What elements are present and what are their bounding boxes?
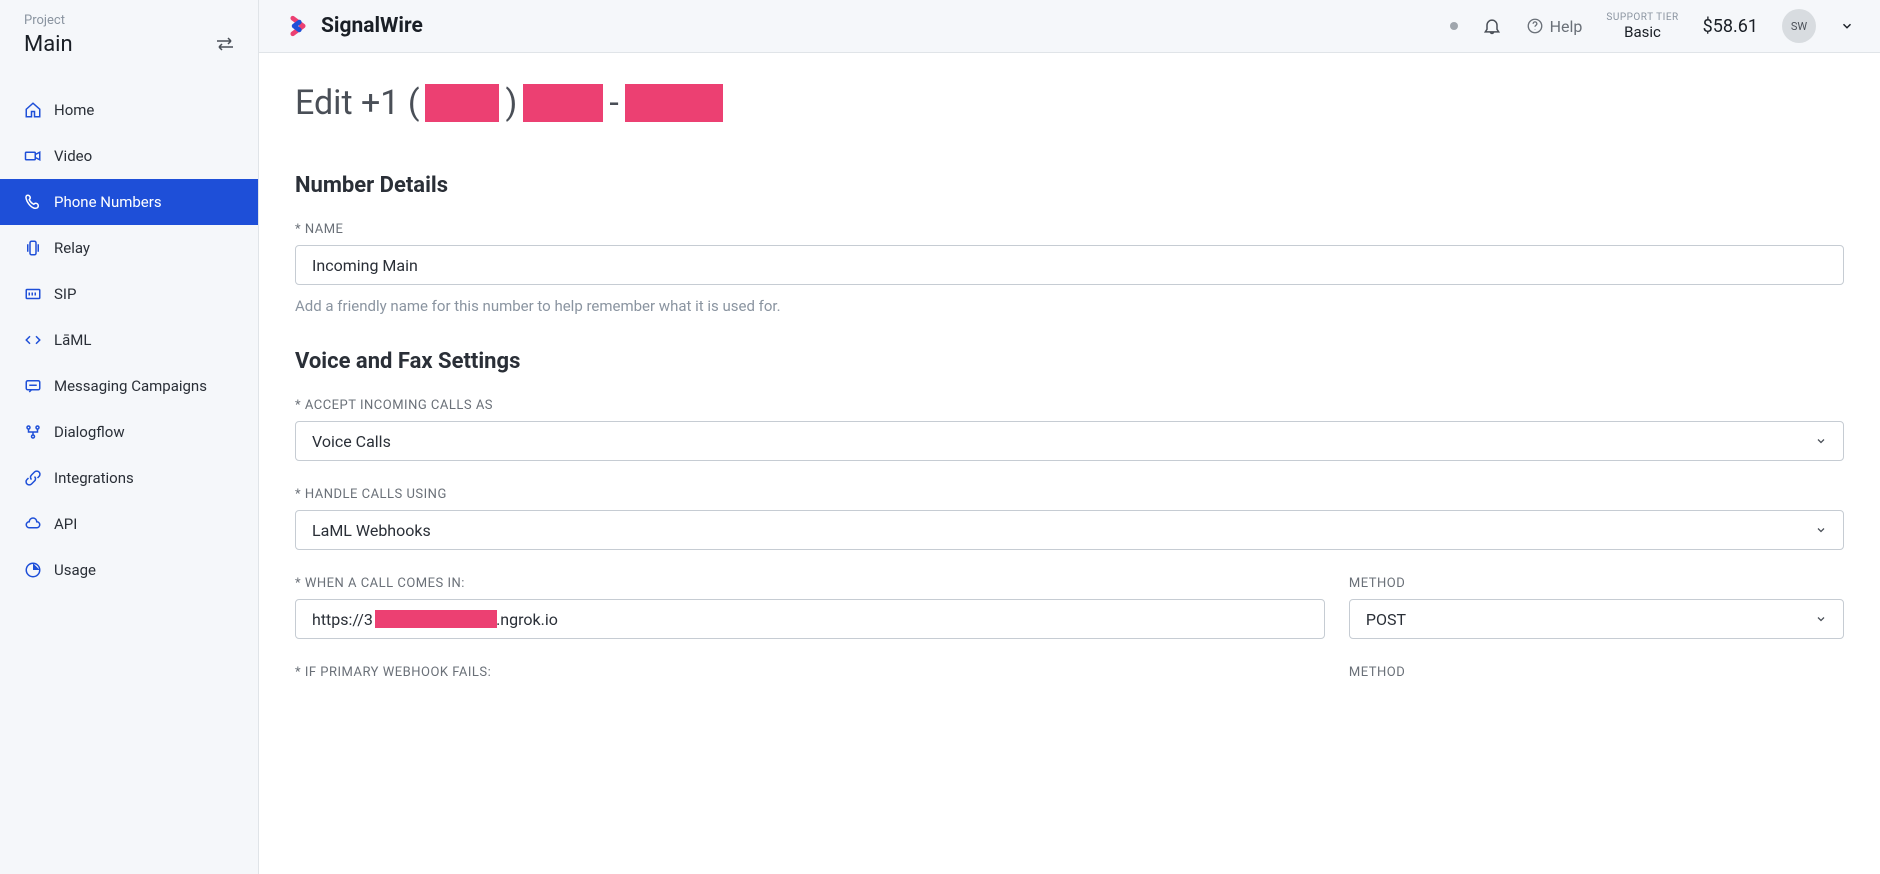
sidebar-item-api[interactable]: API: [0, 501, 258, 547]
sidebar: Project Main Home Video Phone Numbers: [0, 0, 259, 874]
method-label: METHOD: [1349, 576, 1844, 591]
chart-icon: [24, 561, 42, 579]
content: Edit +1 ( ) - Number Details * NAME Add …: [259, 53, 1880, 874]
brand-name: SignalWire: [321, 14, 423, 38]
handle-select[interactable]: LaML Webhooks: [295, 510, 1844, 550]
sidebar-nav: Home Video Phone Numbers Relay SIP: [0, 87, 258, 593]
phone-icon: [24, 193, 42, 211]
sidebar-item-label: LāML: [54, 331, 91, 349]
bell-icon[interactable]: [1482, 16, 1502, 36]
sidebar-item-label: Home: [54, 101, 94, 119]
link-icon: [24, 469, 42, 487]
project-label: Project: [24, 13, 73, 28]
tier-value: Basic: [1624, 23, 1661, 41]
sidebar-item-label: Phone Numbers: [54, 193, 162, 211]
sidebar-item-messaging[interactable]: Messaging Campaigns: [0, 363, 258, 409]
help-icon: [1526, 17, 1544, 35]
name-help-text: Add a friendly name for this number to h…: [295, 297, 1844, 315]
swap-icon[interactable]: [216, 37, 234, 57]
sidebar-item-usage[interactable]: Usage: [0, 547, 258, 593]
sidebar-item-label: Relay: [54, 239, 90, 257]
page-title: Edit +1 ( ) -: [295, 83, 1844, 123]
chevron-down-icon: [1815, 435, 1827, 447]
camera-icon: [24, 147, 42, 165]
sidebar-item-label: Usage: [54, 561, 96, 579]
sidebar-item-video[interactable]: Video: [0, 133, 258, 179]
redacted-box: [375, 610, 497, 628]
sidebar-item-label: Video: [54, 147, 92, 165]
chevron-down-icon[interactable]: [1840, 19, 1854, 33]
home-icon: [24, 101, 42, 119]
help-link[interactable]: Help: [1526, 17, 1583, 36]
redacted-box: [625, 84, 723, 122]
handle-label: * HANDLE CALLS USING: [295, 487, 1844, 502]
field-accept-incoming: * ACCEPT INCOMING CALLS AS Voice Calls: [295, 398, 1844, 461]
tier-label: SUPPORT TIER: [1606, 12, 1678, 23]
sidebar-item-home[interactable]: Home: [0, 87, 258, 133]
code-icon: [24, 331, 42, 349]
sidebar-item-label: Messaging Campaigns: [54, 377, 207, 395]
chevron-down-icon: [1815, 613, 1827, 625]
fallback-label: * IF PRIMARY WEBHOOK FAILS:: [295, 665, 1325, 680]
row-when-call: * WHEN A CALL COMES IN: METHOD POST: [295, 576, 1844, 639]
chevron-down-icon: [1815, 524, 1827, 536]
section-number-details: Number Details: [295, 173, 1844, 198]
sidebar-item-dialogflow[interactable]: Dialogflow: [0, 409, 258, 455]
sidebar-item-label: Dialogflow: [54, 423, 125, 441]
flow-icon: [24, 423, 42, 441]
status-dot-icon: [1450, 22, 1458, 30]
cloud-icon: [24, 515, 42, 533]
relay-icon: [24, 239, 42, 257]
sidebar-item-sip[interactable]: SIP: [0, 271, 258, 317]
redacted-box: [523, 84, 603, 122]
help-label: Help: [1550, 17, 1583, 36]
main-area: SignalWire Help SUPPORT TIER Basic $58.6…: [259, 0, 1880, 874]
handle-value: LaML Webhooks: [312, 521, 431, 540]
logo-icon: [285, 13, 311, 39]
sidebar-item-label: API: [54, 515, 77, 533]
avatar[interactable]: SW: [1782, 9, 1816, 43]
brand-logo[interactable]: SignalWire: [285, 13, 423, 39]
sip-icon: [24, 285, 42, 303]
method-value: POST: [1366, 610, 1406, 629]
sidebar-item-label: SIP: [54, 285, 76, 303]
sidebar-item-relay[interactable]: Relay: [0, 225, 258, 271]
sidebar-item-laml[interactable]: LāML: [0, 317, 258, 363]
method-select[interactable]: POST: [1349, 599, 1844, 639]
redacted-box: [425, 84, 499, 122]
sidebar-item-integrations[interactable]: Integrations: [0, 455, 258, 501]
support-tier[interactable]: SUPPORT TIER Basic: [1606, 12, 1678, 41]
name-label: * NAME: [295, 222, 1844, 237]
project-name: Main: [24, 32, 73, 57]
when-call-label: * WHEN A CALL COMES IN:: [295, 576, 1325, 591]
field-handle-calls: * HANDLE CALLS USING LaML Webhooks: [295, 487, 1844, 550]
message-icon: [24, 377, 42, 395]
accept-select[interactable]: Voice Calls: [295, 421, 1844, 461]
balance[interactable]: $58.61: [1703, 16, 1758, 37]
name-input[interactable]: [295, 245, 1844, 285]
section-voice-fax: Voice and Fax Settings: [295, 349, 1844, 374]
method-label-2: METHOD: [1349, 665, 1844, 680]
row-fallback: * IF PRIMARY WEBHOOK FAILS: METHOD: [295, 665, 1844, 688]
accept-value: Voice Calls: [312, 432, 391, 451]
field-name: * NAME Add a friendly name for this numb…: [295, 222, 1844, 315]
project-selector[interactable]: Project Main: [0, 0, 258, 67]
sidebar-item-label: Integrations: [54, 469, 134, 487]
topbar: SignalWire Help SUPPORT TIER Basic $58.6…: [259, 0, 1880, 53]
sidebar-item-phone-numbers[interactable]: Phone Numbers: [0, 179, 258, 225]
accept-label: * ACCEPT INCOMING CALLS AS: [295, 398, 1844, 413]
